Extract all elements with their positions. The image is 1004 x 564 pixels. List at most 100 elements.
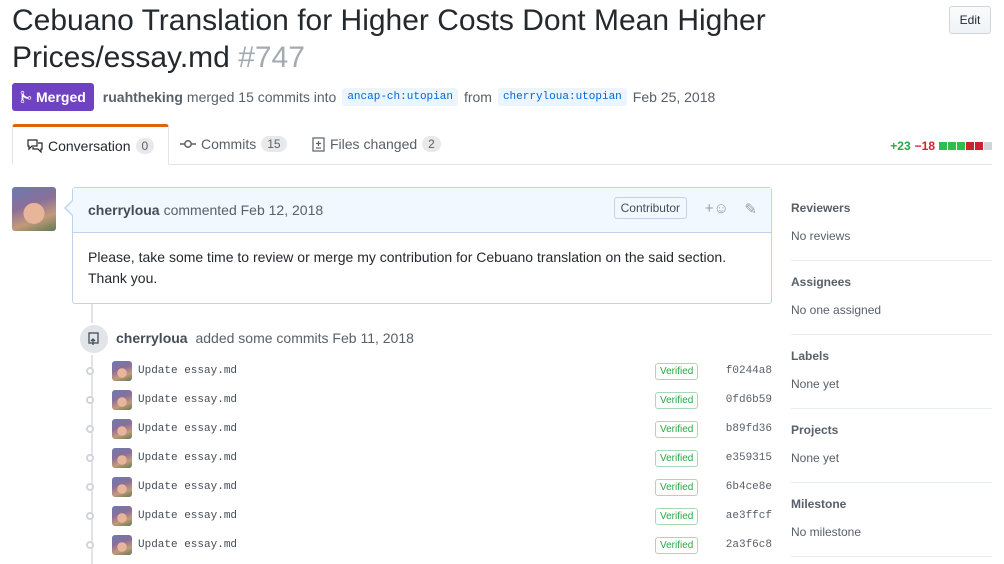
merge-text: merged 15 commits into [186,89,337,105]
commit-dot [86,512,94,520]
tab-commits-count: 15 [261,136,287,152]
commit-dot [86,541,94,549]
base-branch[interactable]: ancap-ch:utopian [342,88,458,106]
commit-row[interactable]: Update essay.md Verified 2a3f6c8 [84,534,774,556]
commit-author-avatar[interactable] [112,361,132,381]
commit-sha[interactable]: b89fd36 [726,423,772,435]
diffstat-blocks [939,142,992,150]
tab-conversation[interactable]: Conversation 0 [12,124,170,165]
commit-row[interactable]: Update essay.md Verified ae3ffcf [84,505,774,527]
sidebar-value: No one assigned [791,303,882,317]
diffstat-block-add [957,142,965,150]
merged-label: Merged [36,89,86,105]
diffstat-additions: +23 [890,139,911,153]
git-commit-icon [180,140,196,148]
comment-discussion-icon [27,138,43,153]
pr-tabs: Conversation 0 Commits 15 Files changed … [12,124,992,165]
git-merge-icon [20,90,32,104]
commit-message[interactable]: Update essay.md [138,481,237,493]
sidebar-value: None yet [791,451,840,465]
commit-sha[interactable]: 0fd6b59 [726,394,772,406]
tab-conversation-count: 0 [135,137,155,154]
commit-sha[interactable]: 2a3f6c8 [726,539,772,551]
pr-number: #747 [238,41,305,74]
tab-commits-label: Commits [201,136,257,152]
commit-dot [86,425,94,433]
commit-message[interactable]: Update essay.md [138,452,237,464]
edit-button[interactable]: Edit [949,6,991,34]
diffstat-block-add [939,142,947,150]
merge-date: Feb 25, 2018 [632,89,716,105]
commit-row[interactable]: Update essay.md Verified 6b4ce8e [84,476,774,498]
sidebar-heading: Assignees [791,275,852,289]
pr-title-text: Cebuano Translation for Higher Costs Don… [12,4,766,74]
commit-author-avatar[interactable] [112,506,132,526]
verified-badge[interactable]: Verified [655,362,699,380]
verified-badge[interactable]: Verified [655,478,699,496]
comment-arrow-inner [66,201,73,215]
comment-header: cherryloua commented Feb 12, 2018 Contri… [73,188,771,233]
diffstat-block-add [948,142,956,150]
tab-files-count: 2 [422,136,441,152]
commit-row[interactable]: Update essay.md Verified e359315 [84,447,774,469]
diffstat-block-neutral [984,142,992,150]
sidebar-value: No milestone [791,525,862,539]
commit-message[interactable]: Update essay.md [138,423,237,435]
edit-comment-icon[interactable]: ✎ [744,200,757,218]
commit-sha[interactable]: f0244a8 [726,365,772,377]
pr-sidebar: Reviewers No reviews Assignees No one as… [791,187,992,557]
sidebar-value: None yet [791,377,840,391]
event-author[interactable]: cherryloua [116,330,188,346]
comment-box: cherryloua commented Feb 12, 2018 Contri… [72,187,772,304]
commit-sha[interactable]: 6b4ce8e [726,481,772,493]
sidebar-milestone[interactable]: Milestone No milestone [791,483,992,557]
commit-message[interactable]: Update essay.md [138,539,237,551]
commit-sha[interactable]: ae3ffcf [726,510,772,522]
tab-conversation-label: Conversation [48,137,131,154]
verified-badge[interactable]: Verified [655,420,699,438]
tab-files-label: Files changed [330,136,418,152]
sidebar-heading: Projects [791,423,839,437]
head-branch[interactable]: cherryloua:utopian [497,88,627,106]
sidebar-assignees[interactable]: Assignees No one assigned [791,261,992,335]
commit-author-avatar[interactable] [112,535,132,555]
tab-commits[interactable]: Commits 15 [166,124,301,164]
commit-sha[interactable]: e359315 [726,452,772,464]
commit-message[interactable]: Update essay.md [138,394,237,406]
commit-message[interactable]: Update essay.md [138,365,237,377]
commit-row[interactable]: Update essay.md Verified 0fd6b59 [84,389,774,411]
commit-author-avatar[interactable] [112,390,132,410]
sidebar-heading: Reviewers [791,201,851,215]
tab-files-changed[interactable]: Files changed 2 [298,124,455,164]
verified-badge[interactable]: Verified [655,507,699,525]
pr-meta: Merged ruahtheking merged 15 commits int… [12,83,715,111]
commit-author-avatar[interactable] [112,419,132,439]
contributor-badge: Contributor [613,197,687,219]
commit-author-avatar[interactable] [112,477,132,497]
merged-state-badge: Merged [12,83,94,111]
comment-timestamp[interactable]: commented Feb 12, 2018 [164,202,324,218]
diffstat-block-del [975,142,983,150]
commits-event: cherryloua added some commits Feb 11, 20… [116,330,414,346]
commit-message[interactable]: Update essay.md [138,510,237,522]
sidebar-heading: Milestone [791,497,847,511]
merger-username[interactable]: ruahtheking [103,89,183,105]
sidebar-heading: Labels [791,349,830,363]
sidebar-value: No reviews [791,229,851,243]
comment-author[interactable]: cherryloua [88,202,160,218]
sidebar-reviewers[interactable]: Reviewers No reviews [791,187,992,261]
commit-dot [86,454,94,462]
repo-push-icon [78,323,110,355]
commit-row[interactable]: Update essay.md Verified f0244a8 [84,360,774,382]
comment-author-avatar[interactable] [12,187,56,231]
sidebar-projects[interactable]: Projects None yet [791,409,992,483]
from-text: from [463,89,492,105]
add-reaction-icon[interactable]: +☺ [705,200,729,217]
sidebar-labels[interactable]: Labels None yet [791,335,992,409]
commit-row[interactable]: Update essay.md Verified b89fd36 [84,418,774,440]
verified-badge[interactable]: Verified [655,449,699,467]
verified-badge[interactable]: Verified [655,536,699,554]
commit-author-avatar[interactable] [112,448,132,468]
commit-dot [86,396,94,404]
verified-badge[interactable]: Verified [655,391,699,409]
